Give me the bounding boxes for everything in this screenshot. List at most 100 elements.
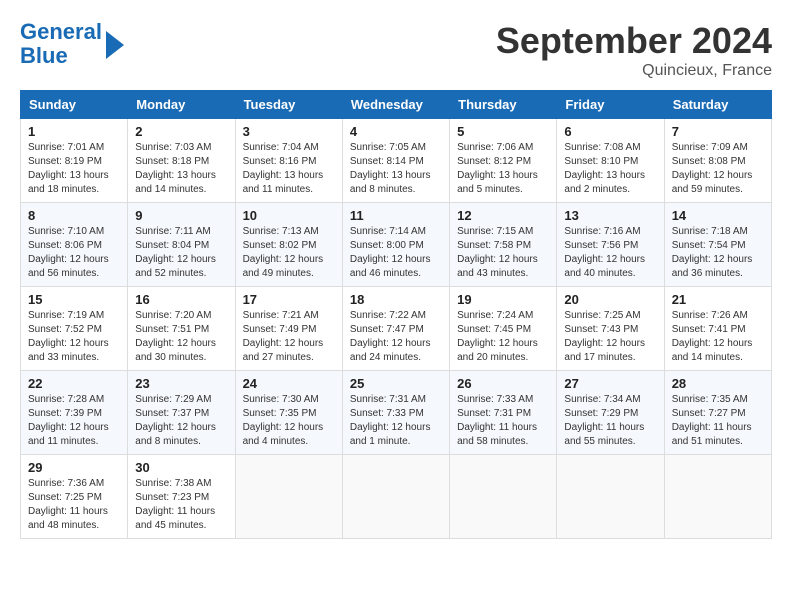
calendar-cell (664, 455, 771, 539)
calendar-week-5: 29 Sunrise: 7:36 AM Sunset: 7:25 PM Dayli… (21, 455, 772, 539)
day-number: 13 (564, 208, 656, 223)
calendar-week-2: 8Sunrise: 7:10 AM Sunset: 8:06 PM Daylig… (21, 203, 772, 287)
day-info: Sunrise: 7:01 AM Sunset: 8:19 PM Dayligh… (28, 141, 120, 197)
day-number: 15 (28, 292, 120, 307)
header-friday: Friday (557, 91, 664, 119)
calendar-cell (342, 455, 449, 539)
calendar-cell: 9 Sunrise: 7:11 AM Sunset: 8:04 PM Daylig… (128, 203, 235, 287)
calendar-cell: 7 Sunrise: 7:09 AM Sunset: 8:08 PM Daylig… (664, 119, 771, 203)
day-number: 25 (350, 376, 442, 391)
calendar-week-4: 22 Sunrise: 7:28 AM Sunset: 7:39 PM Dayli… (21, 371, 772, 455)
day-number: 9 (135, 208, 227, 223)
calendar-week-3: 15 Sunrise: 7:19 AM Sunset: 7:52 PM Dayli… (21, 287, 772, 371)
header-monday: Monday (128, 91, 235, 119)
day-number: 29 (28, 460, 120, 475)
day-number: 10 (243, 208, 335, 223)
calendar-cell: 4 Sunrise: 7:05 AM Sunset: 8:14 PM Daylig… (342, 119, 449, 203)
header-sunday: Sunday (21, 91, 128, 119)
day-number: 2 (135, 124, 227, 139)
day-info: Sunrise: 7:31 AM Sunset: 7:33 PM Dayligh… (350, 393, 442, 449)
day-number: 27 (564, 376, 656, 391)
calendar-cell: 26 Sunrise: 7:33 AM Sunset: 7:31 PM Dayli… (450, 371, 557, 455)
calendar-cell: 22 Sunrise: 7:28 AM Sunset: 7:39 PM Dayli… (21, 371, 128, 455)
day-info: Sunrise: 7:18 AM Sunset: 7:54 PM Dayligh… (672, 225, 764, 281)
calendar-cell: 12Sunrise: 7:15 AM Sunset: 7:58 PM Dayli… (450, 203, 557, 287)
day-info: Sunrise: 7:04 AM Sunset: 8:16 PM Dayligh… (243, 141, 335, 197)
calendar-cell (557, 455, 664, 539)
day-number: 8 (28, 208, 120, 223)
day-info: Sunrise: 7:30 AM Sunset: 7:35 PM Dayligh… (243, 393, 335, 449)
calendar-cell: 10 Sunrise: 7:13 AM Sunset: 8:02 PM Dayli… (235, 203, 342, 287)
day-number: 30 (135, 460, 227, 475)
calendar-cell: 13 Sunrise: 7:16 AM Sunset: 7:56 PM Dayli… (557, 203, 664, 287)
day-info: Sunrise: 7:09 AM Sunset: 8:08 PM Dayligh… (672, 141, 764, 197)
day-number: 18 (350, 292, 442, 307)
calendar-header-row: SundayMondayTuesdayWednesdayThursdayFrid… (21, 91, 772, 119)
day-number: 6 (564, 124, 656, 139)
day-number: 5 (457, 124, 549, 139)
day-info: Sunrise: 7:38 AM Sunset: 7:23 PM Dayligh… (135, 477, 227, 533)
calendar-cell: 11 Sunrise: 7:14 AM Sunset: 8:00 PM Dayli… (342, 203, 449, 287)
day-info: Sunrise: 7:06 AM Sunset: 8:12 PM Dayligh… (457, 141, 549, 197)
day-info: Sunrise: 7:14 AM Sunset: 8:00 PM Dayligh… (350, 225, 442, 281)
day-info: Sunrise: 7:24 AM Sunset: 7:45 PM Dayligh… (457, 309, 549, 365)
day-info: Sunrise: 7:28 AM Sunset: 7:39 PM Dayligh… (28, 393, 120, 449)
calendar-cell: 2 Sunrise: 7:03 AM Sunset: 8:18 PM Daylig… (128, 119, 235, 203)
day-info: Sunrise: 7:19 AM Sunset: 7:52 PM Dayligh… (28, 309, 120, 365)
title-section: September 2024 Quincieux, France (496, 20, 772, 80)
location-subtitle: Quincieux, France (496, 62, 772, 80)
page-header: General Blue September 2024 Quincieux, F… (20, 20, 772, 80)
day-info: Sunrise: 7:25 AM Sunset: 7:43 PM Dayligh… (564, 309, 656, 365)
calendar-cell: 27 Sunrise: 7:34 AM Sunset: 7:29 PM Dayli… (557, 371, 664, 455)
day-info: Sunrise: 7:34 AM Sunset: 7:29 PM Dayligh… (564, 393, 656, 449)
logo-blue: Blue (20, 43, 68, 68)
day-number: 11 (350, 208, 442, 223)
day-info: Sunrise: 7:20 AM Sunset: 7:51 PM Dayligh… (135, 309, 227, 365)
day-number: 12 (457, 208, 549, 223)
header-tuesday: Tuesday (235, 91, 342, 119)
calendar-cell: 20 Sunrise: 7:25 AM Sunset: 7:43 PM Dayli… (557, 287, 664, 371)
calendar-cell (450, 455, 557, 539)
day-number: 23 (135, 376, 227, 391)
calendar-cell: 21Sunrise: 7:26 AM Sunset: 7:41 PM Dayli… (664, 287, 771, 371)
day-number: 24 (243, 376, 335, 391)
calendar-cell: 28 Sunrise: 7:35 AM Sunset: 7:27 PM Dayli… (664, 371, 771, 455)
header-saturday: Saturday (664, 91, 771, 119)
day-info: Sunrise: 7:11 AM Sunset: 8:04 PM Dayligh… (135, 225, 227, 281)
logo-arrow-icon (106, 31, 124, 59)
calendar-cell: 6Sunrise: 7:08 AM Sunset: 8:10 PM Daylig… (557, 119, 664, 203)
day-info: Sunrise: 7:29 AM Sunset: 7:37 PM Dayligh… (135, 393, 227, 449)
day-number: 20 (564, 292, 656, 307)
calendar-cell: 1Sunrise: 7:01 AM Sunset: 8:19 PM Daylig… (21, 119, 128, 203)
calendar-cell: 16 Sunrise: 7:20 AM Sunset: 7:51 PM Dayli… (128, 287, 235, 371)
header-thursday: Thursday (450, 91, 557, 119)
calendar-cell: 3 Sunrise: 7:04 AM Sunset: 8:16 PM Daylig… (235, 119, 342, 203)
calendar-table: SundayMondayTuesdayWednesdayThursdayFrid… (20, 90, 772, 539)
day-number: 4 (350, 124, 442, 139)
day-number: 3 (243, 124, 335, 139)
logo: General Blue (20, 20, 124, 68)
day-number: 26 (457, 376, 549, 391)
calendar-cell: 30 Sunrise: 7:38 AM Sunset: 7:23 PM Dayli… (128, 455, 235, 539)
calendar-cell: 24 Sunrise: 7:30 AM Sunset: 7:35 PM Dayli… (235, 371, 342, 455)
day-info: Sunrise: 7:35 AM Sunset: 7:27 PM Dayligh… (672, 393, 764, 449)
calendar-cell: 18Sunrise: 7:22 AM Sunset: 7:47 PM Dayli… (342, 287, 449, 371)
day-info: Sunrise: 7:21 AM Sunset: 7:49 PM Dayligh… (243, 309, 335, 365)
header-wednesday: Wednesday (342, 91, 449, 119)
day-info: Sunrise: 7:05 AM Sunset: 8:14 PM Dayligh… (350, 141, 442, 197)
month-title: September 2024 (496, 20, 772, 62)
day-info: Sunrise: 7:13 AM Sunset: 8:02 PM Dayligh… (243, 225, 335, 281)
logo-text: General Blue (20, 20, 102, 68)
day-info: Sunrise: 7:33 AM Sunset: 7:31 PM Dayligh… (457, 393, 549, 449)
calendar-cell (235, 455, 342, 539)
day-info: Sunrise: 7:16 AM Sunset: 7:56 PM Dayligh… (564, 225, 656, 281)
day-number: 22 (28, 376, 120, 391)
day-number: 16 (135, 292, 227, 307)
day-number: 7 (672, 124, 764, 139)
calendar-cell: 15 Sunrise: 7:19 AM Sunset: 7:52 PM Dayli… (21, 287, 128, 371)
calendar-cell: 5 Sunrise: 7:06 AM Sunset: 8:12 PM Daylig… (450, 119, 557, 203)
calendar-cell: 19Sunrise: 7:24 AM Sunset: 7:45 PM Dayli… (450, 287, 557, 371)
day-info: Sunrise: 7:36 AM Sunset: 7:25 PM Dayligh… (28, 477, 120, 533)
day-info: Sunrise: 7:03 AM Sunset: 8:18 PM Dayligh… (135, 141, 227, 197)
day-number: 28 (672, 376, 764, 391)
